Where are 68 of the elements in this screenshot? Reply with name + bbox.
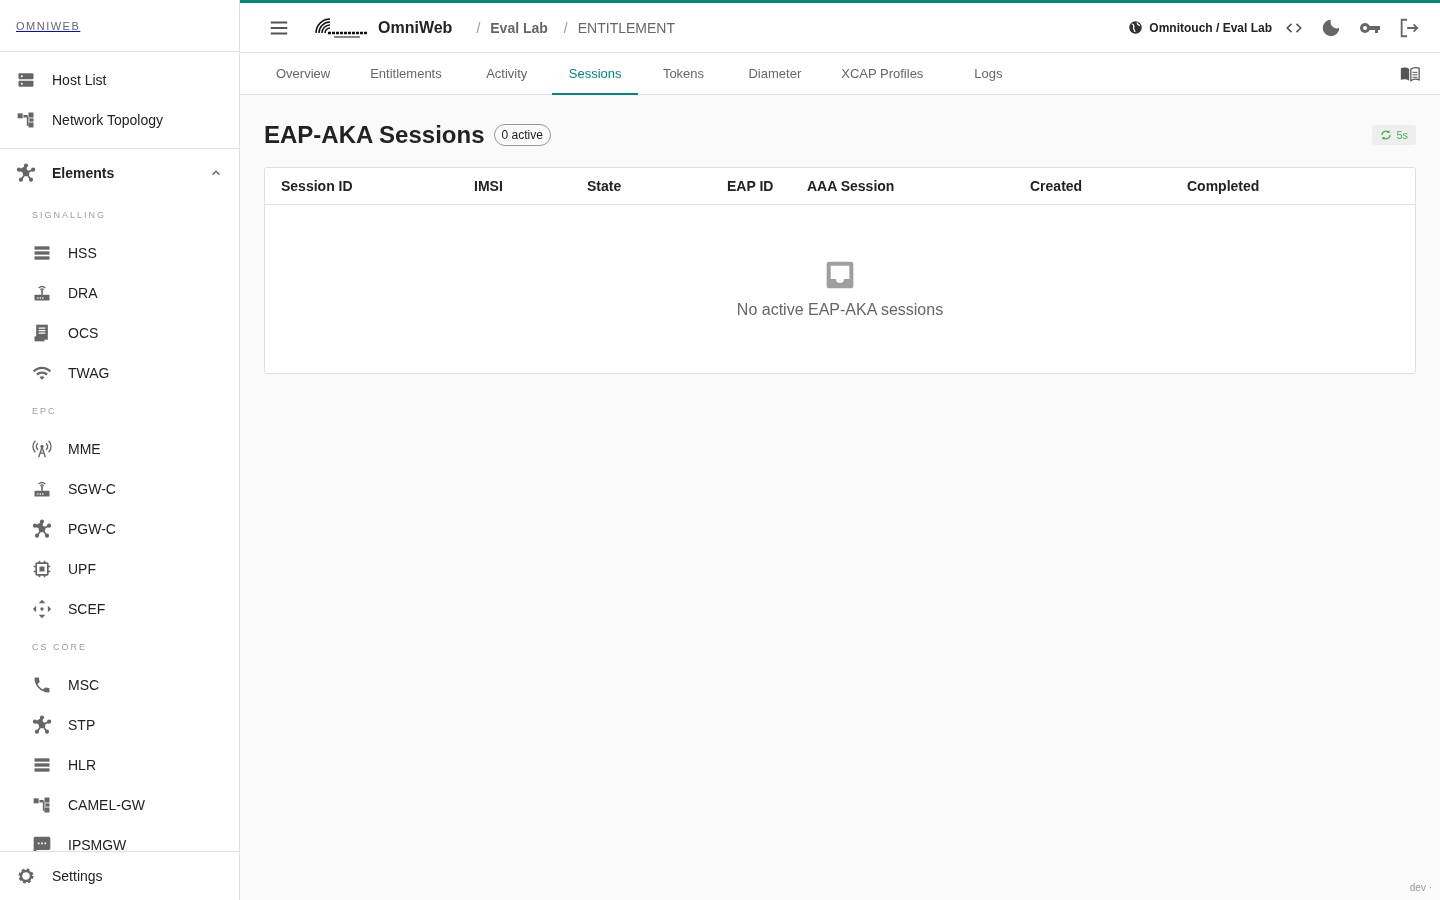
chip-icon bbox=[32, 559, 52, 579]
column-header: EAP ID bbox=[727, 178, 775, 194]
nav-item[interactable]: IPSMGW bbox=[0, 825, 239, 851]
column-header: Completed bbox=[1187, 178, 1261, 194]
tab[interactable]: Overview bbox=[256, 53, 351, 95]
tab[interactable]: Diameter bbox=[728, 53, 822, 95]
server-rack-icon bbox=[32, 243, 52, 263]
router-icon bbox=[32, 283, 52, 303]
tab[interactable]: XCAP Profiles bbox=[821, 53, 944, 95]
nav-item[interactable]: DRA bbox=[0, 273, 239, 313]
breadcrumb-separator: / bbox=[476, 19, 481, 36]
nav-item[interactable]: SCEF bbox=[0, 589, 239, 629]
column-header: IMSI bbox=[474, 178, 504, 194]
breadcrumb: ENTITLEMENT bbox=[577, 19, 675, 36]
arrows-icon bbox=[32, 599, 52, 619]
nav-item[interactable]: STP bbox=[0, 705, 239, 745]
globe-icon bbox=[1128, 20, 1144, 35]
nav-item[interactable]: TWAG bbox=[0, 353, 239, 393]
tab[interactable]: Activity bbox=[461, 53, 552, 95]
logo-icon bbox=[314, 16, 370, 39]
brand-link[interactable]: OMNIWEB bbox=[16, 19, 81, 32]
nav-item[interactable]: MSC bbox=[0, 665, 239, 705]
environment-label: dev · bbox=[1409, 882, 1432, 893]
nav-group-header[interactable]: Elements bbox=[0, 149, 239, 197]
app-name: OmniWeb bbox=[378, 18, 453, 37]
server-icon bbox=[16, 70, 36, 90]
inbox-icon bbox=[824, 259, 856, 291]
nav-item[interactable]: CAMEL-GW bbox=[0, 785, 239, 825]
topology-icon bbox=[16, 110, 36, 130]
hub-icon bbox=[32, 715, 52, 735]
topology-icon bbox=[32, 795, 52, 815]
column-header: Session ID bbox=[281, 178, 354, 194]
server-rack-icon bbox=[32, 755, 52, 775]
chat-icon bbox=[32, 835, 52, 851]
hub-icon bbox=[16, 163, 36, 183]
nav-item[interactable]: UPF bbox=[0, 549, 239, 589]
section-heading: CS CORE bbox=[31, 641, 88, 654]
tab[interactable]: Entitlements bbox=[350, 53, 462, 95]
tab[interactable]: Tokens bbox=[638, 53, 729, 95]
section-heading: SIGNALLING bbox=[31, 209, 108, 222]
phone-icon bbox=[32, 675, 52, 695]
refresh-icon bbox=[1380, 129, 1393, 141]
nav-item[interactable]: PGW-C bbox=[0, 509, 239, 549]
column-header: Created bbox=[1030, 178, 1084, 194]
nav-item[interactable]: Host List bbox=[0, 60, 239, 100]
nav-group-label: Elements bbox=[52, 165, 116, 181]
tab[interactable]: Sessions bbox=[551, 53, 639, 95]
column-header: AAA Session bbox=[807, 178, 896, 194]
column-header: State bbox=[587, 178, 623, 194]
settings-icon bbox=[16, 866, 36, 886]
tenant-selector[interactable]: Omnitouch / Eval Lab bbox=[1128, 20, 1272, 35]
antenna-icon bbox=[32, 439, 52, 459]
router-icon bbox=[32, 479, 52, 499]
breadcrumb[interactable]: Eval Lab bbox=[490, 19, 548, 36]
nav-item[interactable]: Settings bbox=[0, 856, 239, 896]
hub-icon bbox=[32, 519, 52, 539]
empty-message: No active EAP-AKA sessions bbox=[736, 301, 944, 319]
section-heading: EPC bbox=[31, 405, 58, 418]
nav-item[interactable]: Network Topology bbox=[0, 100, 239, 140]
nav-item[interactable]: OCS bbox=[0, 313, 239, 353]
logout-icon bbox=[1398, 16, 1420, 39]
nav-item[interactable]: MME bbox=[0, 429, 239, 469]
page-title: EAP-AKA Sessions bbox=[264, 121, 485, 149]
breadcrumb-separator: / bbox=[563, 19, 568, 36]
nav-item[interactable]: SGW-C bbox=[0, 469, 239, 509]
nav-item[interactable]: HSS bbox=[0, 233, 239, 273]
tab[interactable]: Logs bbox=[943, 53, 1034, 95]
nav-item[interactable]: HLR bbox=[0, 745, 239, 785]
